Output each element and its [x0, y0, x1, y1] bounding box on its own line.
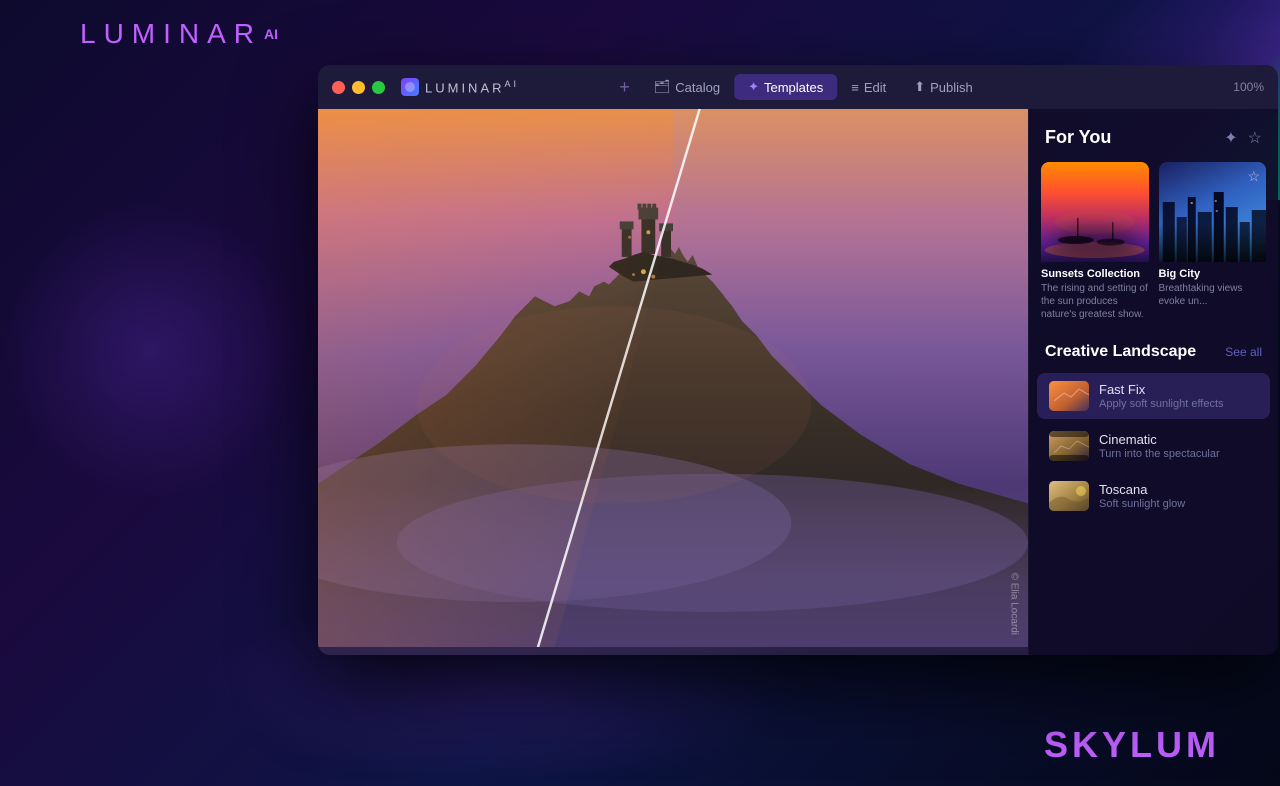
minimize-button[interactable] [352, 81, 365, 94]
nav-templates[interactable]: ✦ Templates [734, 74, 837, 100]
template-cinematic-name: Cinematic [1099, 432, 1258, 447]
add-button[interactable]: + [609, 77, 640, 98]
star-badge-icon[interactable]: ☆ [1247, 168, 1260, 185]
thumbnail-bigcity[interactable]: ☆ [1159, 162, 1267, 321]
castle-svg [318, 109, 1028, 647]
zoom-label: 100% [1233, 80, 1264, 94]
catalog-icon: 🗂 [654, 79, 671, 95]
template-cinematic-thumb [1049, 431, 1089, 461]
bg-blob-left [0, 200, 300, 500]
panel-icons: ✦ ☆ [1224, 128, 1262, 148]
see-all-button[interactable]: See all [1225, 345, 1262, 359]
template-cinematic-sub: Turn into the spectacular [1099, 448, 1258, 460]
logo-text: LUMINAR [80, 18, 262, 50]
app-logo: LUMINARAI [401, 78, 519, 96]
thumbnail-sunsets[interactable]: Sunsets Collection The rising and settin… [1041, 162, 1149, 321]
nav-bar: + 🗂 Catalog ✦ Templates ≡ Edit ⬆ Publish [609, 74, 987, 100]
template-cinematic-info: Cinematic Turn into the spectacular [1099, 432, 1258, 460]
magic-icon[interactable]: ✦ [1224, 128, 1237, 148]
thumbnail-bigcity-desc: Breathtaking views evoke un... [1159, 282, 1267, 308]
panel-for-you-title: For You [1045, 127, 1111, 148]
thumbnail-sunsets-name: Sunsets Collection [1041, 268, 1149, 280]
maximize-button[interactable] [372, 81, 385, 94]
title-bar: LUMINARAI + 🗂 Catalog ✦ Templates ≡ Edit… [318, 65, 1278, 109]
logo-area: LUMINARAI [80, 18, 278, 50]
right-panel: For You ✦ ☆ [1028, 109, 1278, 655]
star-outline-icon[interactable]: ☆ [1248, 128, 1262, 148]
thumbnail-sunsets-image [1041, 162, 1149, 262]
section-landscape-title: Creative Landscape [1045, 343, 1196, 361]
template-fastfix-name: Fast Fix [1099, 382, 1258, 397]
template-toscana-sub: Soft sunlight glow [1099, 498, 1258, 510]
template-toscana[interactable]: Toscana Soft sunlight glow [1037, 473, 1270, 519]
template-toscana-thumb [1049, 481, 1089, 511]
nav-publish[interactable]: ⬆ Publish [900, 74, 987, 100]
template-toscana-name: Toscana [1099, 482, 1258, 497]
photo-canvas: © Elia Locardi [318, 109, 1028, 655]
nav-catalog[interactable]: 🗂 Catalog [640, 74, 734, 100]
logo-ai-super: AI [264, 26, 278, 42]
templates-icon: ✦ [748, 79, 759, 95]
template-cinematic[interactable]: Cinematic Turn into the spectacular [1037, 423, 1270, 469]
nav-edit[interactable]: ≡ Edit [837, 75, 900, 100]
thumbnail-bigcity-name: Big City [1159, 268, 1267, 280]
section-landscape-header: Creative Landscape See all [1029, 335, 1278, 371]
template-toscana-info: Toscana Soft sunlight glow [1099, 482, 1258, 510]
close-button[interactable] [332, 81, 345, 94]
for-you-grid: Sunsets Collection The rising and settin… [1029, 162, 1278, 335]
skylum-brand: SKYLUM [1044, 724, 1220, 766]
panel-header: For You ✦ ☆ [1029, 109, 1278, 162]
app-window: LUMINARAI + 🗂 Catalog ✦ Templates ≡ Edit… [318, 65, 1278, 655]
template-fastfix-sub: Apply soft sunlight effects [1099, 398, 1258, 410]
edit-icon: ≡ [851, 80, 859, 95]
photo-watermark: © Elia Locardi [1008, 573, 1019, 635]
template-fastfix-thumb [1049, 381, 1089, 411]
app-logo-name: LUMINARAI [425, 79, 519, 95]
publish-icon: ⬆ [914, 79, 925, 95]
app-logo-icon [401, 78, 419, 96]
template-fastfix[interactable]: Fast Fix Apply soft sunlight effects [1037, 373, 1270, 419]
window-controls [332, 81, 385, 94]
template-fastfix-info: Fast Fix Apply soft sunlight effects [1099, 382, 1258, 410]
content-area: © Elia Locardi For You ✦ ☆ [318, 109, 1278, 655]
thumbnail-sunsets-desc: The rising and setting of the sun produc… [1041, 282, 1149, 321]
